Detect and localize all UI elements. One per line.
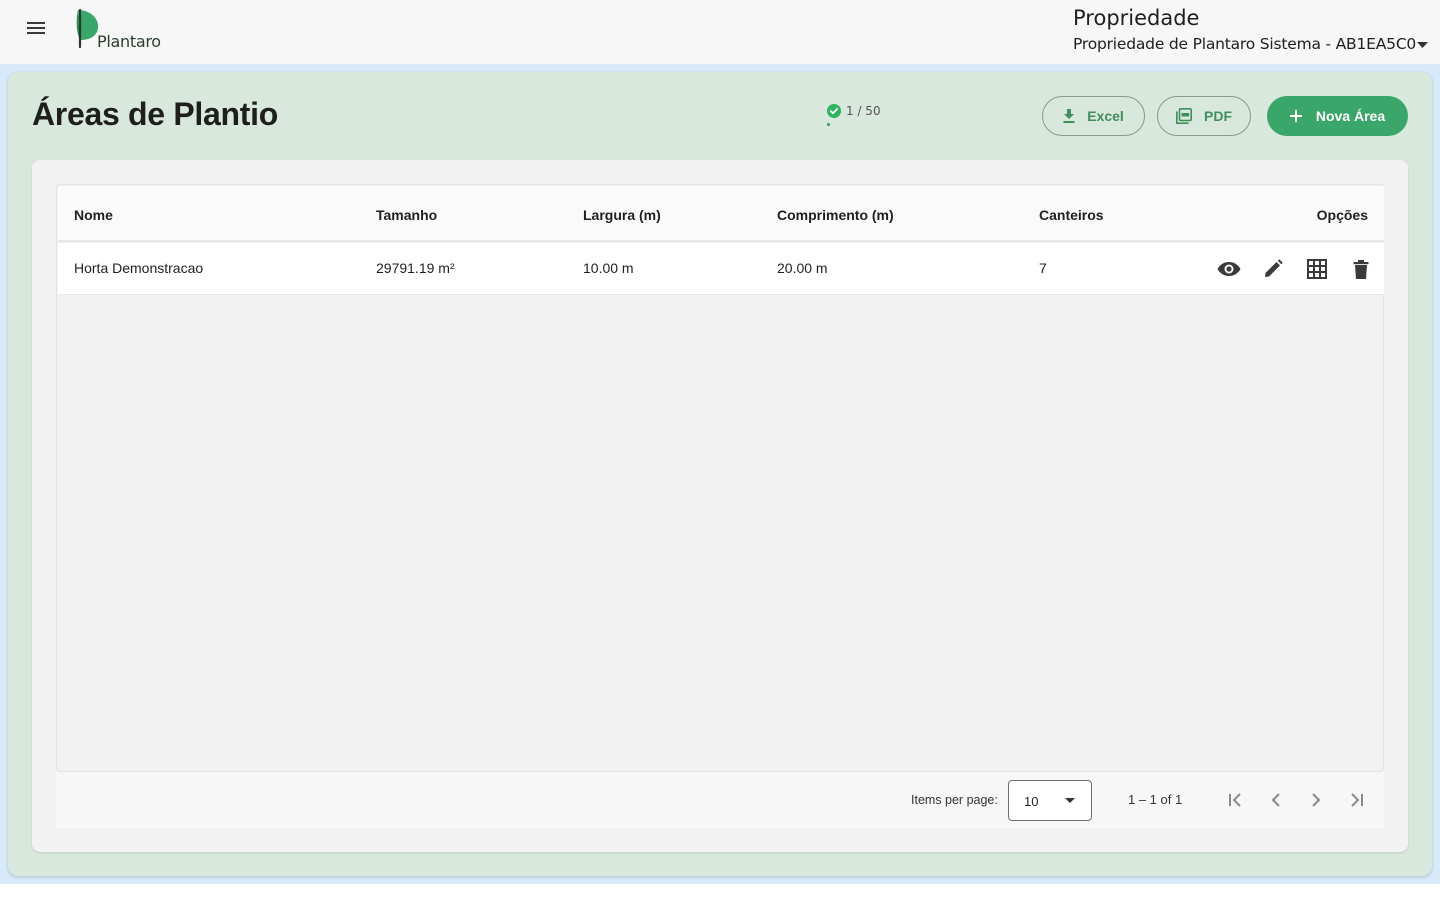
new-area-button[interactable]: Nova Área (1267, 96, 1408, 136)
property-selected-value: Propriedade de Plantaro Sistema - AB1EA5… (1073, 35, 1417, 53)
edit-button[interactable] (1260, 256, 1286, 282)
check-circle-icon (827, 104, 841, 118)
area-quota-indicator: 1 / 50 (827, 104, 881, 126)
last-page-button[interactable] (1344, 788, 1368, 812)
trash-icon (1353, 259, 1369, 279)
export-excel-button[interactable]: Excel (1042, 96, 1145, 136)
quota-progress-bar (827, 123, 867, 126)
column-header-canteiros[interactable]: Canteiros (1039, 207, 1104, 223)
logo-text: Plantaro (97, 32, 161, 51)
new-area-label: Nova Área (1315, 108, 1386, 124)
pencil-icon (1265, 259, 1283, 277)
table-row[interactable]: Horta Demonstracao 29791.19 m² 10.00 m 2… (58, 243, 1384, 295)
items-per-page-label: Items per page: (911, 793, 998, 807)
pdf-icon (1176, 108, 1192, 124)
paginator: Items per page: 10 1 – 1 of 1 (56, 772, 1384, 828)
first-page-icon (1229, 793, 1241, 807)
caret-down-icon (1417, 42, 1429, 48)
column-header-largura[interactable]: Largura (m) (583, 207, 661, 223)
cell-largura: 10.00 m (583, 260, 634, 276)
property-label: Propriedade (1073, 6, 1200, 30)
column-header-tamanho[interactable]: Tamanho (376, 207, 437, 223)
quota-progress-fill (827, 123, 831, 126)
property-selector[interactable]: Propriedade de Plantaro Sistema - AB1EA5… (1073, 35, 1429, 53)
menu-button[interactable] (20, 12, 52, 44)
plantaro-logo[interactable]: Plantaro (72, 6, 182, 54)
cell-canteiros: 7 (1039, 260, 1047, 276)
cell-nome: Horta Demonstracao (74, 260, 204, 276)
delete-button[interactable] (1348, 256, 1374, 282)
last-page-icon (1351, 793, 1363, 807)
column-header-opcoes: Opções (1316, 207, 1368, 223)
areas-table: Nome Tamanho Largura (m) Comprimento (m)… (56, 184, 1384, 772)
export-excel-label: Excel (1087, 108, 1124, 124)
chevron-left-icon (1271, 793, 1280, 807)
items-per-page-value: 10 (1024, 794, 1039, 809)
export-pdf-label: PDF (1204, 108, 1232, 124)
cell-tamanho: 29791.19 m² (376, 260, 455, 276)
table-header: Nome Tamanho Largura (m) Comprimento (m)… (58, 186, 1384, 242)
items-per-page-select[interactable]: 10 (1008, 780, 1092, 821)
beds-grid-button[interactable] (1304, 256, 1330, 282)
view-button[interactable] (1216, 256, 1242, 282)
page-title: Áreas de Plantio (32, 96, 278, 132)
export-pdf-button[interactable]: PDF (1157, 96, 1251, 136)
caret-down-icon (1065, 798, 1075, 803)
quota-text: 1 / 50 (846, 104, 881, 118)
top-app-bar: Plantaro Propriedade Propriedade de Plan… (0, 0, 1440, 64)
plus-icon (1289, 110, 1302, 122)
page-range-label: 1 – 1 of 1 (1128, 792, 1183, 807)
eye-icon (1217, 262, 1241, 276)
first-page-button[interactable] (1224, 788, 1248, 812)
grid-icon (1307, 259, 1327, 279)
download-icon (1063, 109, 1075, 123)
chevron-right-icon (1312, 793, 1321, 807)
hamburger-menu-icon (27, 22, 45, 34)
next-page-button[interactable] (1304, 788, 1328, 812)
column-header-nome[interactable]: Nome (74, 207, 113, 223)
previous-page-button[interactable] (1264, 788, 1288, 812)
column-header-comprimento[interactable]: Comprimento (m) (777, 207, 894, 223)
cell-comprimento: 20.00 m (777, 260, 828, 276)
